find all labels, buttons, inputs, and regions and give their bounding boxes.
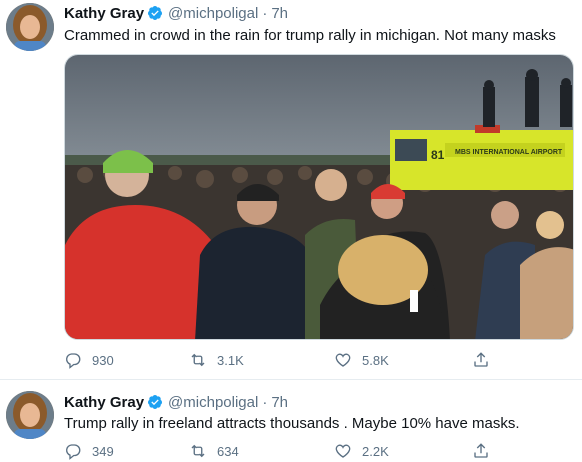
verified-badge-icon — [147, 5, 163, 21]
reply-button[interactable]: 930 — [64, 351, 114, 369]
verified-badge-icon — [147, 394, 163, 410]
reply-icon — [66, 353, 81, 369]
tweet-actions: 930 3.1K 5.8K — [64, 351, 504, 371]
like-count: 5.8K — [362, 352, 389, 368]
author-handle[interactable]: @michpoligal — [168, 394, 258, 411]
share-icon — [474, 352, 488, 367]
like-button[interactable]: 5.8K — [334, 351, 389, 369]
share-icon — [474, 443, 488, 458]
author-name[interactable]: Kathy Gray — [64, 5, 144, 22]
separator-dot: · — [262, 393, 268, 411]
tweet-header: Kathy Gray @michpoligal · 7h — [64, 3, 288, 23]
timestamp[interactable]: 7h — [271, 394, 288, 411]
retweet-icon — [191, 444, 205, 458]
tweet-actions: 349 634 2.2K — [64, 442, 504, 462]
reply-button[interactable]: 349 — [64, 442, 114, 460]
like-button[interactable]: 2.2K — [334, 442, 389, 460]
tweet[interactable]: Kathy Gray @michpoligal · 7h Trump rally… — [0, 380, 582, 462]
like-count: 2.2K — [362, 443, 389, 459]
retweet-count: 634 — [217, 443, 239, 459]
avatar[interactable] — [6, 3, 54, 51]
share-button[interactable] — [472, 442, 500, 460]
retweet-count: 3.1K — [217, 352, 244, 368]
reply-icon — [66, 444, 81, 460]
tweet-text: Crammed in crowd in the rain for trump r… — [64, 27, 556, 44]
tweet-photo[interactable]: MBS INTERNATIONAL AIRPORT 81 — [64, 54, 574, 340]
like-icon — [335, 444, 351, 458]
avatar[interactable] — [6, 391, 54, 439]
tweet-header: Kathy Gray @michpoligal · 7h — [64, 392, 288, 412]
share-button[interactable] — [472, 351, 500, 369]
vehicle-label: MBS INTERNATIONAL AIRPORT — [455, 149, 563, 156]
retweet-button[interactable]: 3.1K — [189, 351, 244, 369]
vehicle-number: 81 — [431, 148, 445, 162]
separator-dot: · — [262, 4, 268, 22]
author-name[interactable]: Kathy Gray — [64, 394, 144, 411]
reply-count: 930 — [92, 352, 114, 368]
timestamp[interactable]: 7h — [271, 5, 288, 22]
tweet[interactable]: Kathy Gray @michpoligal · 7h Crammed in … — [0, 0, 582, 380]
reply-count: 349 — [92, 443, 114, 459]
retweet-button[interactable]: 634 — [189, 442, 239, 460]
author-handle[interactable]: @michpoligal — [168, 5, 258, 22]
tweet-text: Trump rally in freeland attracts thousan… — [64, 415, 520, 432]
like-icon — [335, 353, 351, 367]
retweet-icon — [191, 353, 205, 367]
